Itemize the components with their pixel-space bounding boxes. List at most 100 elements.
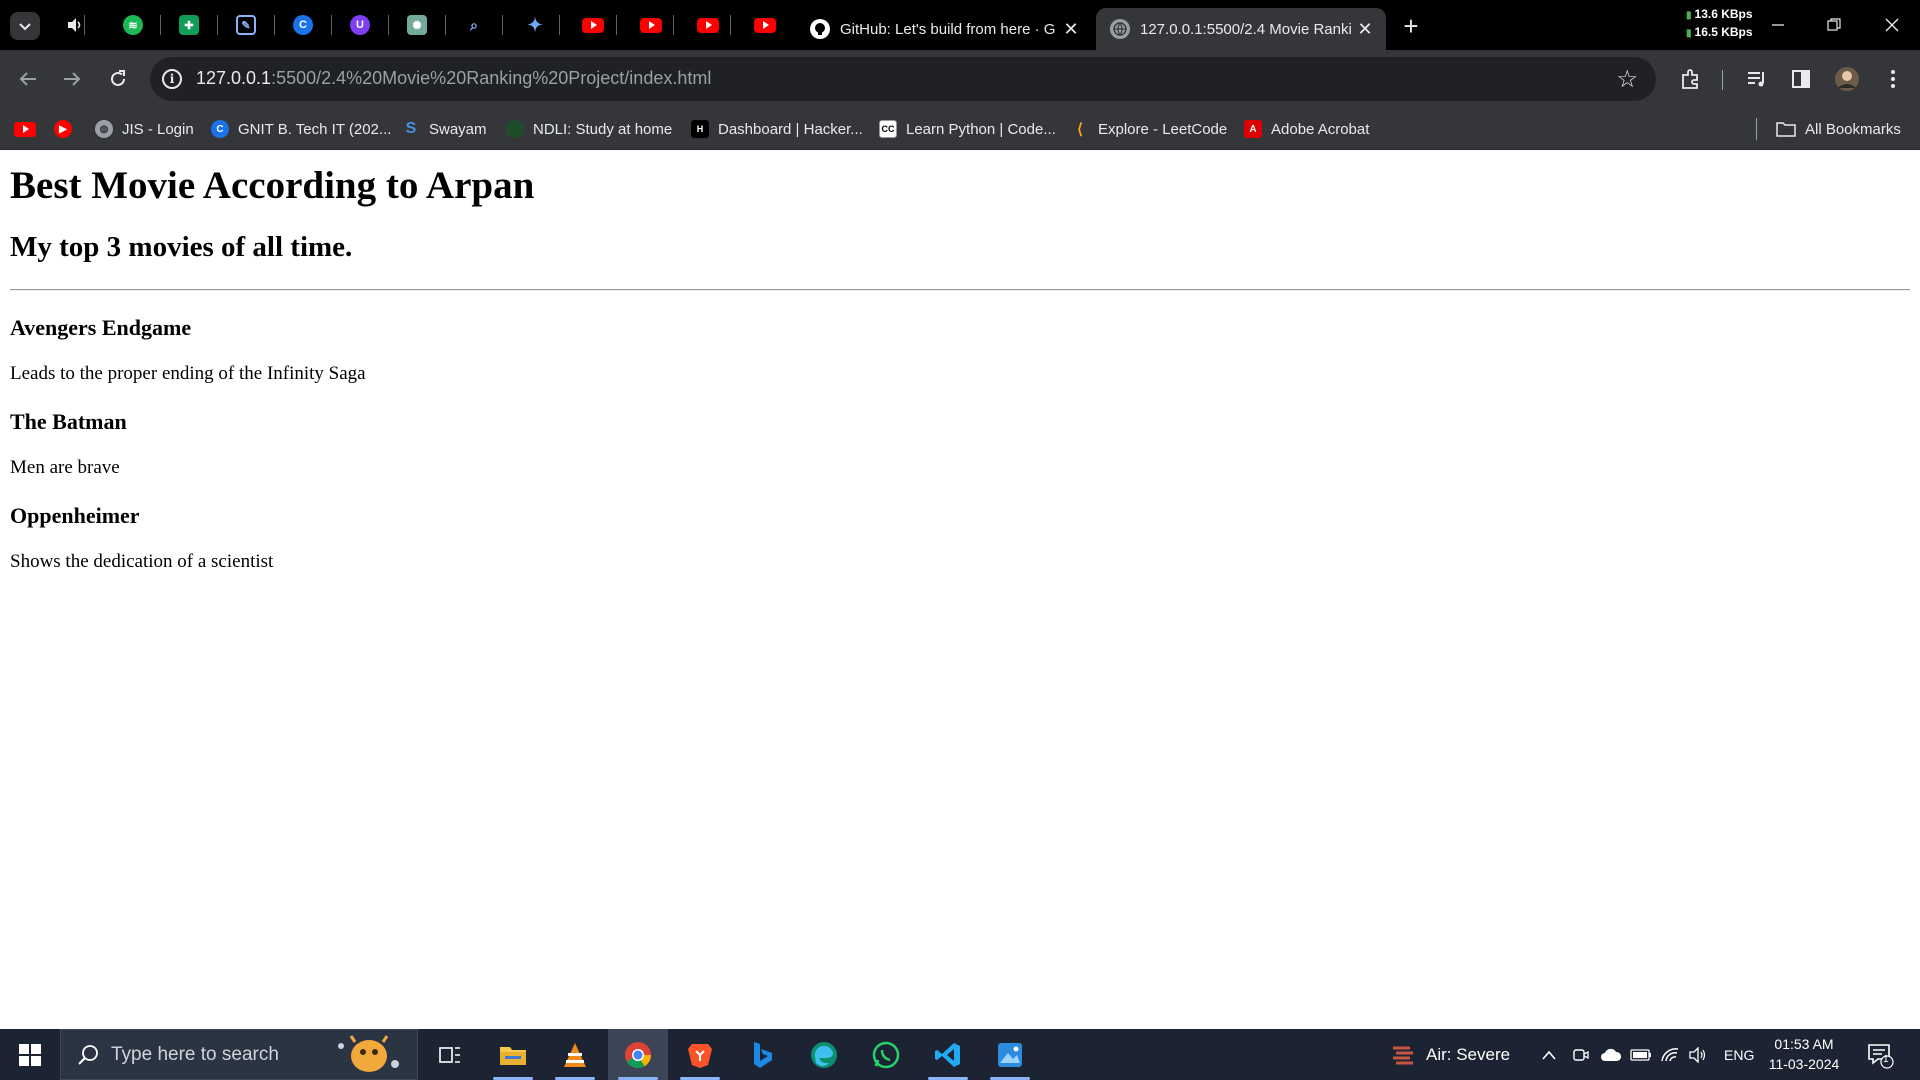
task-view-button[interactable] xyxy=(420,1029,480,1080)
task-view-icon xyxy=(439,1046,460,1063)
movie-entry: Oppenheimer Shows the dedication of a sc… xyxy=(10,503,1910,573)
bookmark-youtube-music[interactable]: ▶ xyxy=(54,116,81,142)
taskbar-file-explorer[interactable] xyxy=(483,1029,543,1080)
chrome-menu-button[interactable] xyxy=(1878,64,1908,94)
bookmark-gnit[interactable]: C GNIT B. Tech IT (202... xyxy=(211,116,391,142)
windows-taskbar: Type here to search Air: Severe ENG 01:5… xyxy=(0,1029,1920,1080)
pinned-tab-chatgpt[interactable]: ✺ xyxy=(402,10,432,40)
pinned-tab-youtube-4[interactable] xyxy=(750,10,780,40)
tab-search-button[interactable] xyxy=(10,12,40,40)
close-tab-icon[interactable]: ✕ xyxy=(1058,16,1084,42)
site-info-icon[interactable]: i xyxy=(162,69,182,89)
divider xyxy=(10,289,1910,291)
pinned-tab-sheets[interactable]: ✚ xyxy=(174,10,204,40)
tray-meet-now[interactable] xyxy=(1572,1029,1590,1080)
address-url[interactable]: 127.0.0.1:5500/2.4%20Movie%20Ranking%20P… xyxy=(196,68,711,89)
brave-icon xyxy=(688,1043,712,1068)
reload-button[interactable] xyxy=(102,63,134,95)
notification-center-button[interactable]: 1 xyxy=(1866,1029,1894,1080)
start-button[interactable] xyxy=(0,1029,60,1080)
bookmark-ndli[interactable]: NDLI: Study at home xyxy=(506,116,672,142)
pinned-tab-edit[interactable]: ✎ xyxy=(231,10,261,40)
leetcode-icon: ⟨ xyxy=(1077,121,1083,138)
notification-icon xyxy=(1868,1043,1894,1069)
spotify-icon: ≋ xyxy=(123,15,143,35)
pinned-tab-u[interactable]: U xyxy=(345,10,375,40)
tab-title: 127.0.0.1:5500/2.4 Movie Rankin xyxy=(1140,20,1352,38)
taskbar-photos[interactable] xyxy=(980,1029,1040,1080)
chevron-up-icon xyxy=(1542,1050,1556,1060)
taskbar-clock[interactable]: 01:53 AM 11-03-2024 xyxy=(1764,1034,1844,1074)
pinned-tab-audio[interactable] xyxy=(60,10,90,40)
acrobat-icon: A xyxy=(1244,120,1262,138)
tab-title: GitHub: Let's build from here · G xyxy=(840,20,1056,38)
reload-icon xyxy=(111,70,125,86)
pinned-tab-codechef[interactable]: C xyxy=(288,10,318,40)
taskbar-vscode[interactable] xyxy=(918,1029,978,1080)
side-panel-button[interactable] xyxy=(1786,64,1816,94)
taskbar-whatsapp[interactable] xyxy=(856,1029,916,1080)
bookmark-label: NDLI: Study at home xyxy=(533,120,673,138)
taskbar-edge[interactable] xyxy=(794,1029,854,1080)
tray-overflow-button[interactable] xyxy=(1541,1029,1557,1080)
tray-language[interactable]: ENG xyxy=(1724,1029,1754,1080)
movie-entry: Avengers Endgame Leads to the proper end… xyxy=(10,315,1910,385)
bookmark-codecademy[interactable]: CC Learn Python | Code... xyxy=(879,116,1056,142)
upload-speed: 13.6 KBps xyxy=(1694,7,1753,21)
pinned-tab-youtube-3[interactable] xyxy=(693,10,723,40)
pinned-tab-search[interactable]: ⌕ xyxy=(459,10,489,40)
tray-network[interactable] xyxy=(1660,1029,1680,1080)
camera-icon xyxy=(1573,1048,1589,1061)
new-tab-button[interactable]: + xyxy=(1396,11,1426,41)
windows-logo-icon xyxy=(19,1043,41,1066)
forward-button[interactable] xyxy=(56,63,88,95)
wifi-icon xyxy=(1661,1047,1679,1061)
close-window-button[interactable] xyxy=(1864,0,1920,50)
pinned-tab-youtube-2[interactable] xyxy=(636,10,666,40)
media-controls-button[interactable] xyxy=(1742,64,1772,94)
edge-icon xyxy=(811,1041,837,1068)
taskbar-vlc[interactable] xyxy=(545,1029,605,1080)
address-bar[interactable]: i 127.0.0.1:5500/2.4%20Movie%20Ranking%2… xyxy=(150,57,1656,101)
pinned-tab-spotify[interactable]: ≋ xyxy=(118,10,148,40)
all-bookmarks-button[interactable]: All Bookmarks xyxy=(1776,116,1901,142)
whatsapp-icon xyxy=(872,1041,900,1068)
close-tab-icon[interactable]: ✕ xyxy=(1352,16,1378,42)
minimize-icon xyxy=(1772,24,1784,26)
tray-battery[interactable] xyxy=(1630,1029,1652,1080)
extensions-button[interactable] xyxy=(1676,64,1706,94)
speaker-icon xyxy=(68,18,81,32)
minimize-button[interactable] xyxy=(1750,0,1806,50)
bookmark-swayam[interactable]: S Swayam xyxy=(402,116,487,142)
bookmark-leetcode[interactable]: ⟨ Explore - LeetCode xyxy=(1071,116,1227,142)
edit-icon: ✎ xyxy=(236,15,256,35)
bookmark-label: Dashboard | Hacker... xyxy=(718,120,863,138)
tray-volume[interactable] xyxy=(1688,1029,1708,1080)
pinned-tab-youtube-1[interactable] xyxy=(578,10,608,40)
bookmark-label: Explore - LeetCode xyxy=(1098,120,1228,138)
taskbar-bing[interactable] xyxy=(732,1029,792,1080)
tab-github[interactable]: GitHub: Let's build from here · G ✕ xyxy=(796,8,1092,50)
bookmark-youtube[interactable] xyxy=(14,116,45,142)
taskbar-brave[interactable] xyxy=(670,1029,730,1080)
taskbar-search[interactable]: Type here to search xyxy=(60,1029,418,1080)
tray-onedrive[interactable] xyxy=(1600,1029,1622,1080)
folder-icon xyxy=(1776,122,1796,137)
browser-toolbar: i 127.0.0.1:5500/2.4%20Movie%20Ranking%2… xyxy=(0,50,1920,108)
pinned-tab-gemini[interactable]: ✦ xyxy=(520,10,550,40)
back-button[interactable] xyxy=(12,63,44,95)
bookmark-hackerrank[interactable]: H Dashboard | Hacker... xyxy=(691,116,863,142)
tab-movie-ranking[interactable]: 127.0.0.1:5500/2.4 Movie Rankin ✕ xyxy=(1096,8,1386,50)
movie-title: Oppenheimer xyxy=(10,503,140,528)
bookmark-star-icon[interactable]: ☆ xyxy=(1616,65,1638,94)
puzzle-icon xyxy=(1682,69,1698,89)
profile-avatar[interactable] xyxy=(1832,64,1862,94)
github-icon xyxy=(810,19,830,39)
globe-icon: ◍ xyxy=(95,120,113,138)
bookmark-jis-login[interactable]: ◍ JIS - Login xyxy=(95,116,194,142)
chevron-down-icon xyxy=(19,23,31,31)
weather-widget[interactable]: Air: Severe xyxy=(1390,1029,1510,1080)
restore-button[interactable] xyxy=(1806,0,1862,50)
taskbar-chrome[interactable] xyxy=(608,1029,668,1080)
bookmark-adobe-acrobat[interactable]: A Adobe Acrobat xyxy=(1244,116,1369,142)
